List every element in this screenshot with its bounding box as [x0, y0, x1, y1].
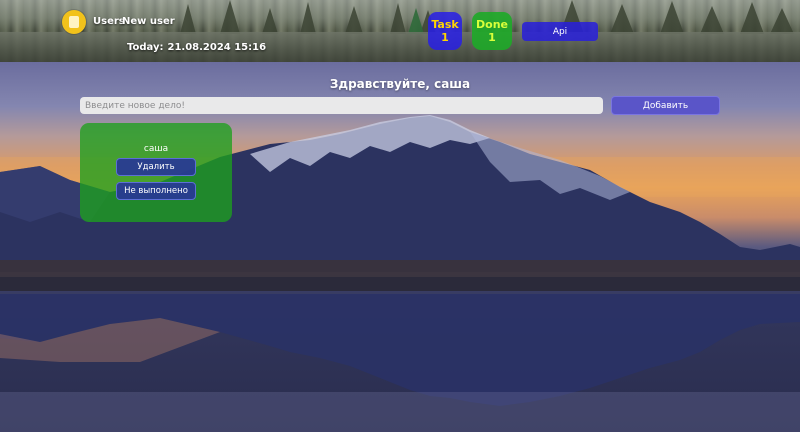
mountain-landscape-illustration [0, 115, 800, 432]
done-counter-value: 1 [488, 31, 496, 44]
api-button[interactable]: Api [522, 22, 598, 41]
task-counter-value: 1 [441, 31, 449, 44]
today-label: Today: [127, 42, 164, 53]
today-value: 21.08.2024 15:16 [167, 42, 267, 53]
background-landscape [0, 62, 800, 432]
new-task-input[interactable] [80, 97, 603, 114]
task-card: саша Удалить Не выполнено [80, 123, 232, 222]
task-status-button[interactable]: Не выполнено [116, 182, 196, 200]
done-counter-label: Done [476, 18, 508, 31]
today-datetime: Today: 21.08.2024 15:16 [127, 42, 266, 53]
nav-new-user-link[interactable]: New user [122, 16, 175, 27]
greeting-heading: Здравствуйте, саша [329, 77, 471, 91]
add-task-button[interactable]: Добавить [611, 96, 720, 115]
task-counter: Task 1 [428, 12, 462, 50]
task-counter-label: Task [431, 18, 459, 31]
done-counter: Done 1 [472, 12, 512, 50]
delete-task-button[interactable]: Удалить [116, 158, 196, 176]
nav-users-link[interactable]: Users [93, 16, 125, 27]
note-icon [69, 16, 79, 28]
app-logo[interactable] [62, 10, 86, 34]
task-text: саша [143, 144, 169, 154]
header-bar: Users New user Today: 21.08.2024 15:16 Ta… [0, 0, 800, 62]
header-water-reflection [0, 32, 800, 62]
